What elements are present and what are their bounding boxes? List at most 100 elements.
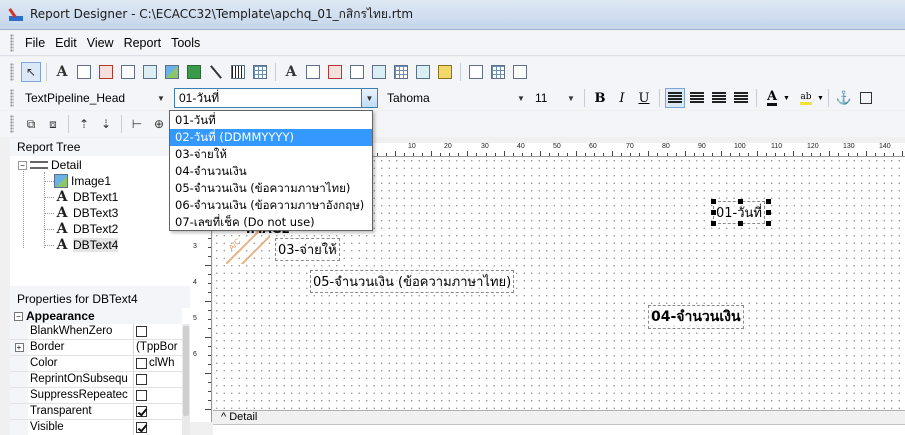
- highlight-color-button[interactable]: ab: [796, 88, 816, 108]
- prop-row-transparent[interactable]: Transparent: [10, 404, 182, 420]
- checkbox-icon[interactable]: [136, 374, 147, 385]
- toolbar-grip[interactable]: [10, 115, 14, 133]
- dbbarcode-tool-button[interactable]: [391, 62, 411, 82]
- checkbox-checked-icon[interactable]: [136, 422, 147, 433]
- subreport-tool-button[interactable]: [488, 62, 508, 82]
- toolbar-grip[interactable]: [10, 62, 14, 81]
- page-break-tool-button[interactable]: [510, 62, 530, 82]
- dropdown-option[interactable]: 01-วันที่: [170, 112, 372, 129]
- dbtext-pay-to[interactable]: 03-จ่ายให้: [275, 238, 340, 261]
- chevron-down-icon[interactable]: ▼: [361, 89, 377, 107]
- align-center-button[interactable]: [687, 88, 707, 108]
- appearance-section[interactable]: − Appearance: [10, 308, 182, 324]
- collapse-toggle-icon[interactable]: −: [14, 311, 23, 321]
- align-left-button[interactable]: [665, 88, 685, 108]
- tree-node-image1[interactable]: Image1: [54, 173, 111, 189]
- resize-handle[interactable]: [738, 199, 743, 204]
- resize-handle[interactable]: [766, 221, 771, 226]
- checkbox-icon[interactable]: [136, 326, 147, 337]
- tree-node-detail[interactable]: − Detail: [18, 157, 82, 173]
- resize-handle[interactable]: [711, 199, 716, 204]
- checkbox-checked-icon[interactable]: [136, 406, 147, 417]
- prop-row-visible[interactable]: Visible: [10, 420, 182, 435]
- dbtext-amount-thai-text[interactable]: 05-จำนวนเงิน (ข้อความภาษาไทย): [310, 270, 515, 293]
- richtext-tool-button[interactable]: [96, 62, 116, 82]
- tree-node-dbtext2[interactable]: A DBText2: [54, 221, 119, 237]
- dropdown-option-highlighted[interactable]: 02-วันที่ (DDMMYYYY): [170, 129, 372, 146]
- dbchart-tool-button[interactable]: [435, 62, 455, 82]
- tree-node-dbtext1[interactable]: A DBText1: [54, 189, 119, 205]
- variable-tool-button[interactable]: [118, 62, 138, 82]
- dbrichtext-tool-button[interactable]: [325, 62, 345, 82]
- dbtext-tool-button[interactable]: A: [281, 62, 301, 82]
- collapse-toggle-icon[interactable]: −: [18, 160, 27, 170]
- chevron-down-icon[interactable]: ▼: [563, 89, 579, 107]
- tree-node-dbtext4[interactable]: A DBText4: [54, 237, 119, 253]
- align-middle-button[interactable]: ⊕: [149, 114, 169, 134]
- menu-report[interactable]: Report: [119, 34, 167, 52]
- prop-value[interactable]: (TppBor: [134, 340, 182, 355]
- align-left-edges-button[interactable]: ⊢: [127, 114, 147, 134]
- font-size-combo[interactable]: 11 ▼: [530, 88, 580, 108]
- detail-band-divider[interactable]: ^ Detail: [213, 410, 905, 424]
- dbmemo-tool-button[interactable]: [303, 62, 323, 82]
- resize-handle[interactable]: [711, 221, 716, 226]
- chevron-down-icon[interactable]: ▼: [817, 95, 824, 102]
- prop-row-border[interactable]: + Border (TppBor: [10, 340, 182, 356]
- underline-button[interactable]: U: [634, 88, 654, 108]
- align-right-button[interactable]: [709, 88, 729, 108]
- dropdown-option[interactable]: 03-จ่ายให้: [170, 146, 372, 163]
- nudge-up-button[interactable]: ⇡: [74, 114, 94, 134]
- chevron-down-icon[interactable]: ▼: [783, 95, 790, 102]
- tree-node-dbtext3[interactable]: A DBText3: [54, 205, 119, 221]
- expand-toggle-icon[interactable]: +: [14, 343, 24, 352]
- datapipeline-combo[interactable]: TextPipeline_Head ▼: [20, 88, 170, 108]
- prop-value[interactable]: clWh: [149, 356, 175, 371]
- nudge-down-button[interactable]: ⇣: [96, 114, 116, 134]
- menu-view[interactable]: View: [82, 34, 119, 52]
- justify-button[interactable]: [731, 88, 751, 108]
- barcode-tool-button[interactable]: [228, 62, 248, 82]
- image-tool-button[interactable]: [162, 62, 182, 82]
- resize-handle[interactable]: [738, 221, 743, 226]
- dropdown-option[interactable]: 04-จำนวนเงิน: [170, 163, 372, 180]
- datafield-combo[interactable]: 01-วันที่ ▼: [174, 88, 378, 108]
- italic-button[interactable]: I: [612, 88, 632, 108]
- checkbox-icon[interactable]: [136, 390, 147, 401]
- memo-tool-button[interactable]: [74, 62, 94, 82]
- dbtext-amount[interactable]: 04-จำนวนเงิน: [648, 305, 744, 329]
- dropdown-option[interactable]: 05-จำนวนเงิน (ข้อความภาษาไทย): [170, 180, 372, 197]
- prop-row-reprintonsubsequent[interactable]: ReprintOnSubsequ: [10, 372, 182, 388]
- systemvar-tool-button[interactable]: [140, 62, 160, 82]
- shape-tool-button[interactable]: [184, 62, 204, 82]
- chevron-down-icon[interactable]: ▼: [153, 89, 169, 107]
- dropdown-option[interactable]: 07-เลขที่เช็ค (Do not use): [170, 214, 372, 231]
- chevron-down-icon[interactable]: ▼: [513, 89, 529, 107]
- font-name-combo[interactable]: Tahoma ▼: [382, 88, 530, 108]
- resize-handle[interactable]: [766, 210, 771, 215]
- prop-row-suppressrepeated[interactable]: SuppressRepeatec: [10, 388, 182, 404]
- menu-edit[interactable]: Edit: [50, 34, 82, 52]
- font-color-button[interactable]: A: [762, 88, 782, 108]
- menu-file[interactable]: File: [20, 34, 50, 52]
- resize-handle[interactable]: [711, 210, 716, 215]
- dbcalc-tool-button[interactable]: [347, 62, 367, 82]
- label-tool-button[interactable]: A: [52, 62, 72, 82]
- anchor-button[interactable]: ⚓: [834, 88, 854, 108]
- dbimage-tool-button[interactable]: [369, 62, 389, 82]
- menu-tools[interactable]: Tools: [166, 34, 205, 52]
- region-tool-button[interactable]: [466, 62, 486, 82]
- select-pointer-button[interactable]: ↖: [21, 61, 41, 82]
- dropdown-option[interactable]: 06-จำนวนเงิน (ข้อความภาษาอังกฤษ): [170, 197, 372, 214]
- bold-button[interactable]: B: [590, 88, 610, 108]
- border-button[interactable]: [856, 88, 876, 108]
- toolbar-grip[interactable]: [10, 89, 14, 107]
- properties-scrollbar[interactable]: [182, 324, 190, 435]
- line-tool-button[interactable]: [206, 62, 226, 82]
- send-to-back-button[interactable]: ⧈: [43, 114, 63, 134]
- prop-row-color[interactable]: Color clWh: [10, 356, 182, 372]
- bring-to-front-button[interactable]: ⧉: [21, 114, 41, 134]
- resize-handle[interactable]: [766, 199, 771, 204]
- prop-row-blankwhenzero[interactable]: BlankWhenZero: [10, 324, 182, 340]
- grid-tool-button[interactable]: [250, 62, 270, 82]
